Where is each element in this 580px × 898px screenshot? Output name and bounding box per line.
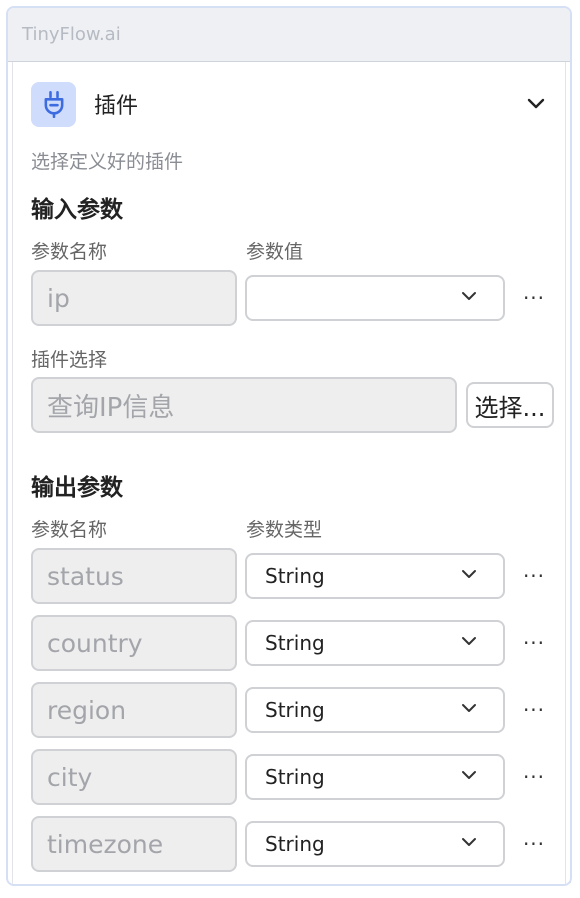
brand-label: TinyFlow.ai [22,24,121,45]
chevron-down-icon [462,292,476,300]
card-header: TinyFlow.ai [8,8,570,62]
output-param-type-text: String [265,564,325,588]
output-param-type-select[interactable]: String [245,553,505,599]
plug-icon [31,81,76,127]
output-param-type-select[interactable]: String [245,620,505,666]
output-params-title: 输出参数 [31,475,123,501]
output-col-name-label: 参数名称 [31,519,108,541]
node-title: 插件 [94,94,139,119]
chevron-down-icon [462,570,476,578]
input-params-title: 输入参数 [31,197,123,223]
output-param-name-field[interactable]: region [31,682,237,738]
output-param-type-text: String [265,698,325,722]
plugin-select-label: 插件选择 [31,349,108,371]
output-param-type-select[interactable]: String [245,754,505,800]
output-param-name-field[interactable]: country [31,615,237,671]
chevron-down-icon [462,704,476,712]
chevron-down-icon [462,637,476,645]
output-param-type-text: String [265,631,325,655]
node-description: 选择定义好的插件 [31,151,184,173]
input-col-name-label: 参数名称 [31,241,108,263]
chevron-down-icon[interactable] [521,89,551,119]
node-body: 插件 选择定义好的插件 输入参数 参数名称 参数值 ip ··· 插件选择 查询… [12,62,566,884]
chevron-down-icon [462,771,476,779]
plugin-select-field[interactable]: 查询IP信息 [31,377,457,433]
plugin-node-card[interactable]: TinyFlow.ai 插件 选择定义好的插件 输入参数 参数名称 参数值 ip… [6,6,572,886]
output-param-name-field[interactable]: status [31,548,237,604]
choose-plugin-button[interactable]: 选择... [466,382,554,428]
node-title-row: 插件 [31,81,551,127]
input-param-name-field[interactable]: ip [31,270,237,326]
more-options-icon[interactable]: ··· [521,630,547,656]
more-options-icon[interactable]: ··· [521,563,547,589]
input-param-value-select[interactable] [245,275,505,321]
output-param-type-text: String [265,832,325,856]
input-col-value-label: 参数值 [246,241,304,263]
more-options-icon[interactable]: ··· [521,697,547,723]
output-param-name-field[interactable]: city [31,749,237,805]
output-col-type-label: 参数类型 [246,519,323,541]
output-param-type-select[interactable]: String [245,821,505,867]
chevron-down-icon [462,838,476,846]
more-options-icon[interactable]: ··· [521,764,547,790]
more-options-icon[interactable]: ··· [521,831,547,857]
output-param-type-select[interactable]: String [245,687,505,733]
output-param-name-field[interactable]: timezone [31,816,237,872]
output-param-type-text: String [265,765,325,789]
more-options-icon[interactable]: ··· [521,285,547,311]
